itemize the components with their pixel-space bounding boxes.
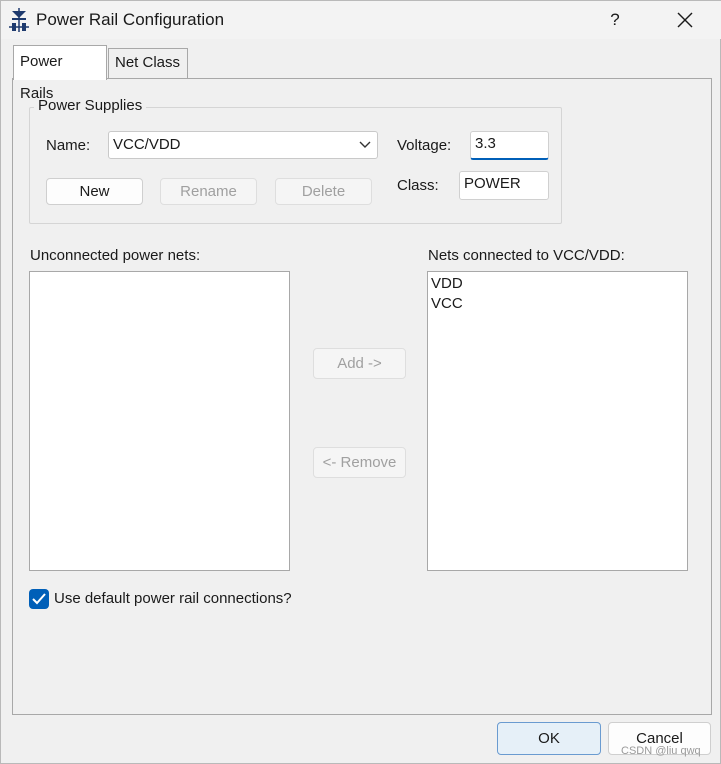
name-select-value: VCC/VDD	[113, 136, 181, 153]
rename-button[interactable]: Rename	[160, 178, 257, 205]
chevron-down-icon	[359, 141, 371, 148]
use-default-label[interactable]: Use default power rail connections?	[54, 590, 292, 607]
list-item[interactable]: VCC	[428, 294, 687, 314]
voltage-input[interactable]: 3.3	[470, 131, 549, 160]
tab-net-class[interactable]: Net Class	[108, 48, 188, 79]
watermark: CSDN @liu qwq	[621, 745, 701, 757]
diode-icon	[9, 8, 29, 32]
new-button[interactable]: New	[46, 178, 143, 205]
delete-button[interactable]: Delete	[275, 178, 372, 205]
voltage-label: Voltage:	[397, 137, 452, 154]
unconnected-nets-list[interactable]	[29, 271, 290, 571]
help-button[interactable]: ?	[597, 1, 633, 39]
name-select[interactable]: VCC/VDD	[108, 131, 378, 159]
name-label: Name:	[46, 137, 91, 154]
use-default-checkbox[interactable]	[29, 589, 49, 609]
check-icon	[32, 593, 46, 605]
connected-nets-list[interactable]: VDD VCC	[427, 271, 688, 571]
add-button[interactable]: Add ->	[313, 348, 406, 379]
list-item[interactable]: VDD	[428, 274, 687, 294]
tab-power-rails[interactable]: Power Rails	[13, 45, 107, 102]
remove-button[interactable]: <- Remove	[313, 447, 406, 478]
title-bar[interactable]: Power Rail Configuration ?	[1, 1, 721, 39]
voltage-input-value: 3.3	[475, 135, 496, 152]
power-supplies-group	[29, 107, 562, 224]
class-label: Class:	[397, 177, 439, 194]
ok-button[interactable]: OK	[497, 722, 601, 755]
close-icon	[677, 12, 693, 28]
dialog-window: Power Rail Configuration ? Power Rails N…	[0, 0, 721, 764]
class-input-value: POWER	[464, 175, 521, 192]
window-title: Power Rail Configuration	[36, 10, 225, 29]
close-button[interactable]	[661, 1, 709, 39]
connected-nets-label: Nets connected to VCC/VDD:	[428, 247, 625, 264]
class-input[interactable]: POWER	[459, 171, 549, 200]
unconnected-nets-label: Unconnected power nets:	[30, 247, 201, 264]
